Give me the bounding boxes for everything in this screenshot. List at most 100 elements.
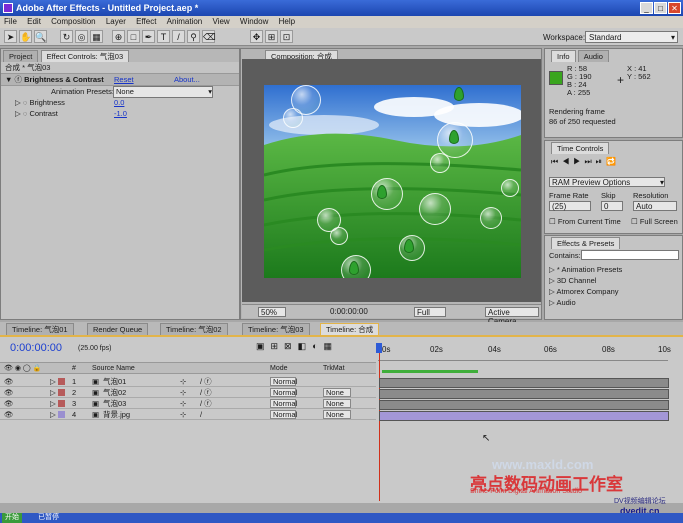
pan-behind-icon[interactable]: ⊕: [112, 30, 125, 43]
expand-triangle-icon[interactable]: ▷: [50, 387, 56, 398]
tab-effect-controls[interactable]: Effect Controls: 气泡03: [40, 50, 130, 62]
minimize-button[interactable]: _: [640, 2, 653, 14]
tab-audio[interactable]: Audio: [577, 50, 609, 62]
effect-switch-icon[interactable]: /: [200, 409, 202, 420]
clone-stamp-icon[interactable]: ⚲: [187, 30, 200, 43]
skip-select[interactable]: 0: [601, 201, 623, 211]
type-tool-icon[interactable]: T: [157, 30, 170, 43]
label-color-swatch[interactable]: [58, 400, 65, 407]
menu-edit[interactable]: Edit: [23, 16, 45, 28]
expand-triangle-icon[interactable]: ▷: [15, 109, 21, 118]
timeline-switches[interactable]: ▣⊞⊠◧◐▦: [256, 341, 338, 352]
checkbox[interactable]: ☐: [549, 217, 556, 226]
preset-item[interactable]: ▷ Atmorex Company: [549, 286, 677, 297]
label-color-swatch[interactable]: [58, 389, 65, 396]
view-axis-icon[interactable]: ⊡: [280, 30, 293, 43]
ram-preview-select[interactable]: RAM Preview Options ▾: [549, 177, 665, 187]
current-time-indicator[interactable]: [376, 343, 382, 353]
layer-mode-select[interactable]: Normal: [270, 410, 297, 419]
checkbox[interactable]: ☐: [631, 217, 638, 226]
effect-switch-icon[interactable]: / ⓕ: [200, 387, 212, 398]
composition-frame[interactable]: [264, 85, 521, 278]
reset-link[interactable]: Reset: [114, 74, 134, 85]
eye-icon[interactable]: 👁: [4, 398, 14, 409]
effect-switch-icon[interactable]: / ⓕ: [200, 376, 212, 387]
preset-item[interactable]: ▷ 3D Channel: [549, 275, 677, 286]
tab-timeline-comp[interactable]: Timeline: 合成: [320, 323, 380, 335]
expand-triangle-icon[interactable]: ▷: [50, 376, 56, 387]
layer-trkmat-select[interactable]: None: [323, 410, 351, 419]
tab-info[interactable]: Info: [551, 50, 576, 62]
tab-project[interactable]: Project: [3, 50, 39, 62]
camera-select[interactable]: Active Camera: [485, 307, 539, 326]
world-axis-icon[interactable]: ⊞: [265, 30, 278, 43]
timeline-current-time[interactable]: 0:00:00:00: [10, 342, 62, 354]
fx-icon[interactable]: ⓕ: [15, 75, 23, 84]
shy-switch-icon[interactable]: ⊹: [180, 376, 186, 387]
tab-timeline-02[interactable]: Timeline: 气泡02: [160, 323, 228, 335]
eye-icon[interactable]: 👁: [4, 387, 14, 398]
brush-tool-icon[interactable]: /: [172, 30, 185, 43]
shy-switch-icon[interactable]: ⊹: [180, 398, 186, 409]
rotation-tool-icon[interactable]: ↻: [60, 30, 73, 43]
about-link[interactable]: About...: [174, 74, 200, 85]
tab-timeline-03[interactable]: Timeline: 气泡03: [242, 323, 310, 335]
layer-row[interactable]: 👁 ▷ 2 ▣ 气泡02 ⊹ / ⓕ Normal None: [0, 387, 376, 398]
tab-timeline-01[interactable]: Timeline: 气泡01: [6, 323, 74, 335]
layer-duration-bar[interactable]: [379, 400, 669, 410]
contains-search-input[interactable]: [581, 250, 679, 260]
tab-time-controls[interactable]: Time Controls: [551, 142, 610, 154]
zoom-select[interactable]: 50%: [258, 307, 286, 317]
label-color-swatch[interactable]: [58, 411, 65, 418]
frame-rate-select[interactable]: (25): [549, 201, 591, 211]
layer-row[interactable]: 👁 ▷ 1 ▣ 气泡01 ⊹ / ⓕ Normal: [0, 376, 376, 387]
layer-name[interactable]: 气泡02: [103, 387, 126, 398]
menu-file[interactable]: File: [0, 16, 21, 28]
expand-triangle-icon[interactable]: ▷: [50, 398, 56, 409]
resolution-select[interactable]: Full: [414, 307, 446, 317]
brightness-value[interactable]: 0.0: [114, 97, 124, 108]
local-axis-icon[interactable]: ✥: [250, 30, 263, 43]
menu-layer[interactable]: Layer: [102, 16, 130, 28]
orbit-camera-icon[interactable]: ◎: [75, 30, 88, 43]
pen-tool-icon[interactable]: ✒: [142, 30, 155, 43]
menu-composition[interactable]: Composition: [47, 16, 99, 28]
layer-name[interactable]: 气泡01: [103, 376, 126, 387]
resolution-select[interactable]: Auto: [633, 201, 677, 211]
layer-duration-bar[interactable]: [379, 389, 669, 399]
layer-trkmat-select[interactable]: None: [323, 399, 351, 408]
workspace-select[interactable]: Standard ▾: [585, 31, 678, 43]
hand-tool-icon[interactable]: ✋: [19, 30, 32, 43]
preset-item[interactable]: ▷ Audio: [549, 297, 677, 308]
stopwatch-icon[interactable]: ◌: [23, 109, 27, 118]
track-camera-icon[interactable]: ▦: [90, 30, 103, 43]
mask-tool-icon[interactable]: □: [127, 30, 140, 43]
label-color-swatch[interactable]: [58, 378, 65, 385]
menu-effect[interactable]: Effect: [132, 16, 160, 28]
shy-switch-icon[interactable]: ⊹: [180, 387, 186, 398]
tab-effects-presets[interactable]: Effects & Presets: [551, 237, 621, 249]
start-button[interactable]: 开始: [2, 513, 22, 523]
contrast-value[interactable]: -1.0: [114, 108, 127, 119]
layer-trkmat-select[interactable]: None: [323, 388, 351, 397]
eye-icon[interactable]: 👁: [4, 376, 14, 387]
layer-name[interactable]: 背景.jpg: [103, 409, 130, 420]
tab-render-queue[interactable]: Render Queue: [87, 323, 149, 335]
layer-mode-select[interactable]: Normal: [270, 388, 297, 397]
zoom-tool-icon[interactable]: 🔍: [34, 30, 47, 43]
stopwatch-icon[interactable]: ◌: [23, 98, 27, 107]
time-ruler[interactable]: 0s 02s 04s 06s 08s 10s: [378, 345, 671, 361]
comp-current-time[interactable]: 0:00:00:00: [330, 307, 368, 317]
menu-view[interactable]: View: [208, 16, 233, 28]
close-button[interactable]: ✕: [668, 2, 681, 14]
taskbar-item[interactable]: 已暂停: [38, 513, 59, 523]
eye-icon[interactable]: 👁: [4, 409, 14, 420]
eraser-tool-icon[interactable]: ⌫: [202, 30, 216, 43]
menu-window[interactable]: Window: [236, 16, 272, 28]
layer-duration-bar[interactable]: [379, 411, 669, 421]
layer-row[interactable]: 👁 ▷ 3 ▣ 气泡03 ⊹ / ⓕ Normal None: [0, 398, 376, 409]
layer-row[interactable]: 👁 ▷ 4 ▣ 背景.jpg ⊹ / Normal None: [0, 409, 376, 420]
layer-duration-bar[interactable]: [379, 378, 669, 388]
expand-triangle-icon[interactable]: ▷: [50, 409, 56, 420]
selection-tool-icon[interactable]: ➤: [4, 30, 17, 43]
